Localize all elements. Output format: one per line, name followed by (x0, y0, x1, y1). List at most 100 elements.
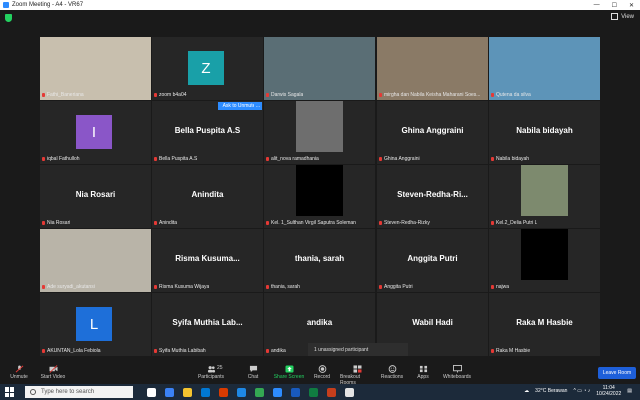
record-label: Record (313, 374, 331, 380)
window-title: Zoom Meeting - A4 - VR67 (12, 2, 84, 8)
participant-tile[interactable]: Bella Puspita A.S Bella Puspita A.S (152, 101, 263, 164)
close-icon[interactable]: ✕ (629, 2, 634, 9)
whiteboard-icon (452, 365, 462, 373)
participant-tile[interactable]: Kel. 1_Sulthan Virgil Saputra Soleman (264, 165, 375, 228)
participant-tile[interactable]: Ghina Anggraini Ghina Anggraini (377, 101, 488, 164)
office-icon[interactable] (219, 387, 228, 397)
excel-icon[interactable] (309, 387, 318, 397)
mail-icon[interactable] (237, 387, 246, 397)
participant-tile[interactable]: Anggita Putri Anggita Putri (377, 229, 488, 292)
participant-tile[interactable]: Steven-Redha-Ri... Steven-Redha-Rizky (377, 165, 488, 228)
participant-name-text: AKUNTAN_Lola Febiola (47, 348, 101, 354)
participant-name-text: Syifa Muthia Labibah (159, 348, 206, 354)
muted-mic-icon (379, 285, 382, 289)
participant-tile[interactable]: Kel.2_Delia Putri L (489, 165, 600, 228)
unmute-button[interactable]: Unmute (2, 365, 36, 380)
participant-tile[interactable]: mirgha dan Nabila Keisha Maharani Soes..… (377, 37, 488, 100)
participant-display-name: Bella Puspita A.S (174, 126, 241, 135)
participant-tile[interactable]: najwa (489, 229, 600, 292)
powerpoint-icon[interactable] (327, 387, 336, 397)
whiteboards-button[interactable]: Whiteboards (440, 365, 474, 380)
tray-icons[interactable]: ^ ▭ ◔ ♪ (573, 388, 590, 394)
view-button[interactable]: View (611, 13, 634, 20)
participant-video (264, 37, 375, 100)
more-options-button[interactable]: ... (254, 102, 262, 110)
chat-button[interactable]: Chat (236, 365, 270, 380)
participant-display-name: Nabila bidayah (516, 126, 573, 135)
participant-tile[interactable]: Zzoom b4a04 (152, 37, 263, 100)
edge-browser-icon[interactable] (165, 387, 174, 397)
notification-icon[interactable]: ▤ (627, 388, 632, 394)
taskbar-clock[interactable]: 11:04 10/24/2022 (596, 385, 621, 397)
participants-icon (207, 366, 215, 373)
participant-name-text: Ghina Anggraini (384, 156, 420, 162)
word-icon[interactable] (291, 387, 300, 397)
participant-tile[interactable]: Darwis Sagala (264, 37, 375, 100)
file-explorer-icon[interactable] (183, 387, 192, 397)
reactions-button[interactable]: Reactions (375, 365, 409, 380)
unassigned-participant-banner[interactable]: 1 unassigned participant (308, 343, 408, 356)
participant-name-label: Fathi_Baneriana (42, 92, 84, 98)
task-view-icon[interactable] (147, 387, 156, 397)
participant-name-label: Ghina Anggraini (379, 156, 420, 162)
muted-mic-icon (491, 93, 494, 97)
windows-start-icon[interactable] (5, 387, 15, 397)
participant-name-text: Darwis Sagala (271, 92, 304, 98)
muted-mic-icon (379, 221, 382, 225)
record-button[interactable]: Record (305, 365, 339, 380)
leave-room-button[interactable]: Leave Room (598, 367, 636, 379)
minimize-icon[interactable]: — (594, 2, 600, 9)
participant-name-text: iqbal Fathulloh (47, 156, 80, 162)
maximize-icon[interactable]: ☐ (612, 2, 617, 9)
participant-tile[interactable]: Qutena da silva (489, 37, 600, 100)
participant-name-label: AKUNTAN_Lola Febiola (42, 348, 101, 354)
participant-name-text: Kel.2_Delia Putri L (496, 220, 538, 226)
participant-name-label: Darwis Sagala (266, 92, 303, 98)
whiteboards-label: Whiteboards (442, 374, 472, 380)
participant-name-text: thania, sarah (271, 284, 300, 290)
participant-tile[interactable]: alit_nova ramadhania (264, 101, 375, 164)
participant-video (296, 165, 343, 216)
participant-name-text: alit_nova ramadhania (271, 156, 319, 162)
security-shield-icon[interactable] (5, 14, 12, 22)
participant-tile[interactable]: L AKUNTAN_Lola Febiola (40, 293, 151, 356)
participant-tile[interactable]: Ade suryadi_akutansi (40, 229, 151, 292)
participant-tile[interactable]: Nia Rosari Nia Rosari (40, 165, 151, 228)
share-screen-button[interactable]: Share Screen (272, 365, 306, 380)
participant-display-name: Steven-Redha-Ri... (397, 190, 468, 199)
taskbar-search-input[interactable]: Type here to search (25, 386, 133, 398)
participant-name-text: Anggita Putri (384, 284, 413, 290)
participant-name-label: Kel. 1_Sulthan Virgil Saputra Soleman (266, 220, 356, 226)
participant-name-label: iqbal Fathulloh (42, 156, 80, 162)
breakout-rooms-button[interactable]: Breakout Rooms (340, 365, 374, 386)
participant-tile[interactable]: Fathi_Baneriana (40, 37, 151, 100)
zoom-app-icon (3, 2, 9, 8)
share-screen-label: Share Screen (273, 374, 305, 380)
participant-name-label: Anindita (154, 220, 177, 226)
zoom-taskbar-icon[interactable] (273, 387, 282, 397)
participant-display-name: Wabil Hadi (412, 318, 453, 327)
start-video-button[interactable]: Start Video (36, 365, 70, 380)
chrome-icon[interactable] (255, 387, 264, 397)
participant-tile[interactable]: Syifa Muthia Lab... Syifa Muthia Labibah (152, 293, 263, 356)
participant-name-text: mirgha dan Nabila Keisha Maharani Soes..… (384, 92, 481, 98)
participant-display-name: Anggita Putri (407, 254, 458, 263)
participant-name-label: Syifa Muthia Labibah (154, 348, 206, 354)
participant-name-text: Steven-Redha-Rizky (384, 220, 430, 226)
apps-button[interactable]: Apps (406, 365, 440, 380)
participant-name-text: andika (271, 348, 286, 354)
participant-tile[interactable]: Anindita Anindita (152, 165, 263, 228)
photos-icon[interactable] (345, 387, 354, 397)
participant-tile[interactable]: Risma Kusuma... Risma Kusuma Wijaya (152, 229, 263, 292)
participant-tile[interactable]: Iiqbal Fathulloh (40, 101, 151, 164)
video-off-icon (49, 365, 57, 373)
store-icon[interactable] (201, 387, 210, 397)
participant-display-name: Risma Kusuma... (175, 254, 240, 263)
participant-tile[interactable]: Raka M Hasbie Raka M Hasbie (489, 293, 600, 356)
participant-tile[interactable]: Nabila bidayah Nabila bidayah (489, 101, 600, 164)
apps-icon (419, 365, 427, 373)
participant-name-text: Qutena da silva (496, 92, 531, 98)
participant-video (521, 165, 568, 216)
participant-tile[interactable]: thania, sarah thania, sarah (264, 229, 375, 292)
participant-video (489, 37, 600, 100)
